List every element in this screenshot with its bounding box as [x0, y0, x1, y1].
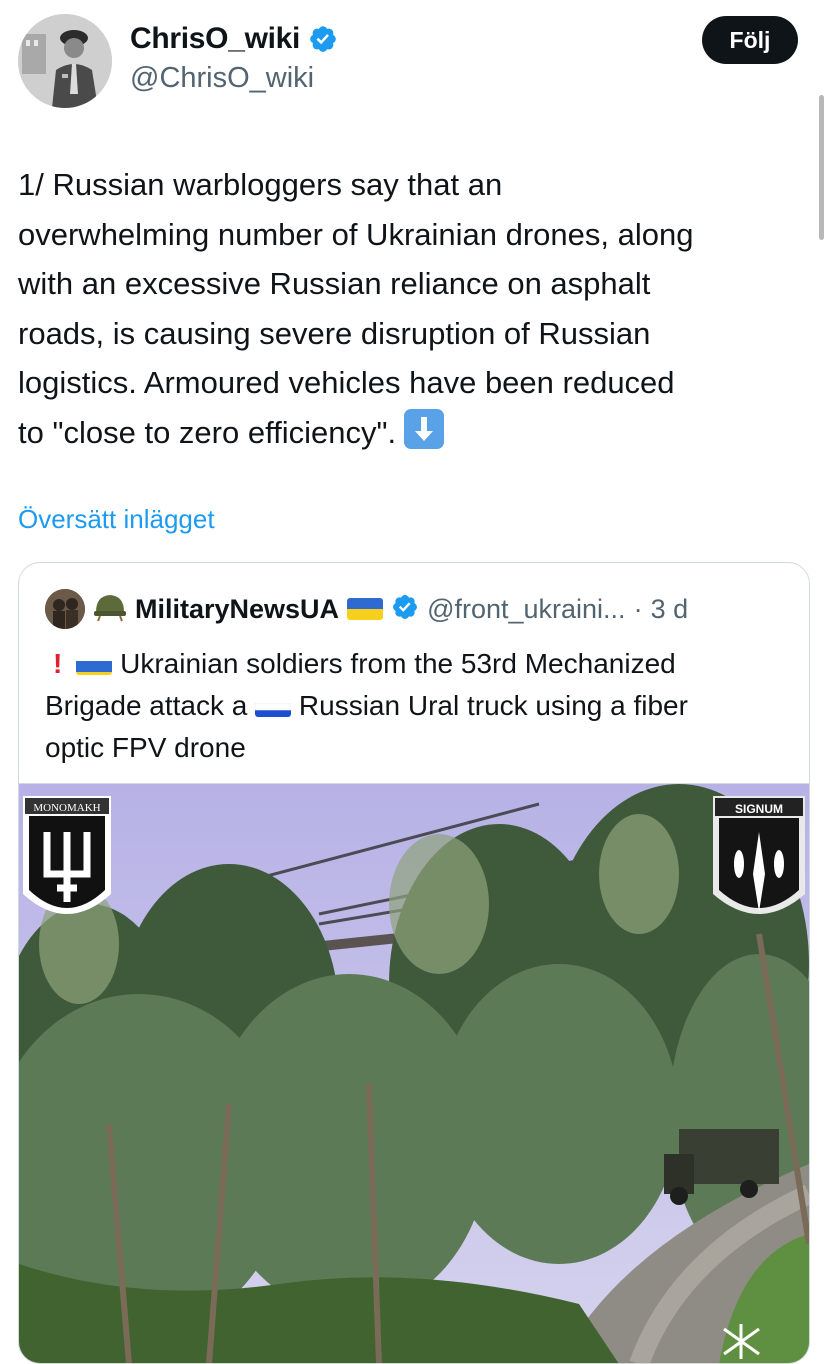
- time-separator: ·: [633, 593, 643, 624]
- left-badge-text: MONOMAKH: [33, 802, 100, 814]
- right-unit-badge: SIGNUM: [713, 796, 805, 914]
- quoted-text-line-1: Ukrainian soldiers from the 53rd Mechani…: [120, 648, 676, 679]
- quoted-tweet-header: MilitaryNewsUA @front_ukraini... · 3 d: [45, 589, 688, 629]
- verified-badge-icon: [308, 24, 338, 54]
- quoted-author-name[interactable]: MilitaryNewsUA: [135, 594, 339, 625]
- follow-button[interactable]: Följ: [702, 16, 798, 64]
- author-handle[interactable]: @ChrisO_wiki: [130, 62, 314, 95]
- exclamation-emoji-icon: !: [53, 648, 63, 679]
- tweet-header: ChrisO_wiki @ChrisO_wiki Följ: [18, 14, 798, 110]
- ukraine-flag-icon: [347, 598, 384, 620]
- ukraine-flag-icon: [76, 653, 113, 675]
- author-avatar[interactable]: [18, 14, 112, 108]
- right-badge-text: SIGNUM: [735, 802, 783, 816]
- quoted-text-line-2a: Brigade attack a: [45, 690, 248, 721]
- left-unit-badge: MONOMAKH: [23, 796, 111, 914]
- author-name-row: ChrisO_wiki: [130, 22, 338, 56]
- quoted-text-line-2b: Russian Ural truck using a fiber: [298, 690, 688, 721]
- author-display-name[interactable]: ChrisO_wiki: [130, 22, 300, 56]
- quoted-tweet-text: ! Ukrainian soldiers from the 53rd Mecha…: [45, 643, 795, 769]
- tweet-text: 1/ Russian warbloggers say that an overw…: [18, 160, 818, 457]
- helmet-emoji-icon: [93, 592, 127, 627]
- quoted-author-handle[interactable]: @front_ukraini...: [427, 594, 626, 625]
- tweet-text-content: 1/ Russian warbloggers say that an overw…: [18, 167, 694, 450]
- quoted-tweet-card[interactable]: MilitaryNewsUA @front_ukraini... · 3 d !…: [18, 562, 810, 1364]
- down-arrow-emoji-icon: [404, 408, 445, 449]
- russia-flag-icon: [255, 695, 292, 717]
- scrollbar[interactable]: [819, 95, 824, 240]
- quoted-tweet-video[interactable]: MONOMAKH SIGNUM: [19, 783, 809, 1363]
- translate-post-link[interactable]: Översätt inlägget: [18, 504, 215, 535]
- verified-badge-icon: [391, 593, 419, 626]
- quoted-author-avatar[interactable]: [45, 589, 85, 629]
- quoted-tweet-time[interactable]: 3 d: [651, 594, 689, 625]
- quoted-text-line-3: optic FPV drone: [45, 732, 246, 763]
